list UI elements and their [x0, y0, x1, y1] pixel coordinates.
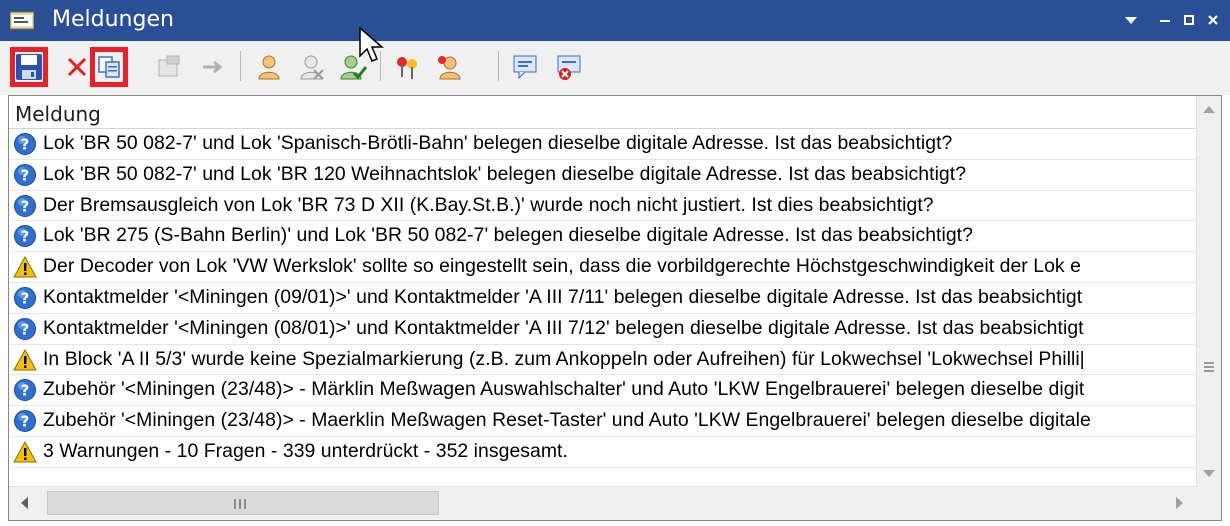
window-title: Meldungen [52, 7, 174, 32]
list-item[interactable]: Der Decoder von Lok 'VW Werkslok' sollte… [9, 252, 1197, 283]
scroll-right-icon[interactable] [1176, 497, 1183, 509]
toolbar [0, 41, 1230, 95]
toolbar-separator [498, 51, 499, 81]
menu-arrow-icon[interactable] [1114, 0, 1148, 41]
message-icon [513, 55, 537, 80]
message-delete-icon [557, 55, 581, 80]
list-item[interactable]: ? Lok 'BR 50 082-7' und Lok 'BR 120 Weihn… [9, 160, 1197, 191]
list-item-text: 3 Warnungen - 10 Fragen - 339 unterdrück… [43, 439, 568, 462]
column-header-label: Meldung [15, 102, 101, 126]
list-item-text: Zubehör '<Miningen (23/48)> - Maerklin M… [43, 409, 1091, 432]
list-item-text: Zubehör '<Miningen (23/48)> - Märklin Me… [43, 378, 1085, 401]
list-item[interactable]: ? Kontaktmelder '<Miningen (09/01)>' und … [9, 283, 1197, 314]
properties-button[interactable] [150, 47, 188, 87]
list-item-text: In Block 'A II 5/3' wurde keine Spezialm… [43, 347, 1085, 370]
svg-text:?: ? [21, 320, 30, 338]
user-button[interactable] [250, 47, 288, 87]
scroll-grip-icon[interactable] [1204, 362, 1214, 372]
scroll-corner [1197, 487, 1221, 520]
save-button[interactable] [10, 47, 48, 87]
title-bar: Meldungen [0, 0, 1230, 41]
warning-icon [13, 440, 37, 464]
messages-list: Meldung ? Lok 'BR 50 082-7' und Lok 'Span… [8, 95, 1222, 521]
message-delete-button[interactable] [550, 47, 588, 87]
pins-icon [397, 57, 417, 79]
copy-icon [98, 56, 120, 78]
goto-button[interactable] [194, 47, 232, 87]
question-icon: ? [13, 409, 37, 433]
svg-text:?: ? [21, 382, 30, 400]
filter-markers-button[interactable] [388, 47, 426, 87]
vertical-scrollbar[interactable] [1196, 96, 1221, 487]
user-remove-icon [300, 55, 324, 80]
list-item[interactable]: ? Der Bremsausgleich von Lok 'BR 73 D XII… [9, 191, 1197, 222]
floppy-icon [16, 54, 42, 80]
close-icon[interactable] [1196, 0, 1230, 41]
copy-button[interactable] [90, 47, 128, 87]
question-icon: ? [13, 224, 37, 248]
svg-text:?: ? [21, 228, 30, 246]
question-icon: ? [13, 132, 37, 156]
horizontal-scrollbar[interactable] [9, 486, 1197, 520]
question-icon: ? [13, 317, 37, 341]
column-header-meldung[interactable]: Meldung [9, 98, 1197, 129]
toolbar-separator [240, 51, 241, 81]
warning-icon [13, 348, 37, 372]
question-icon: ? [13, 194, 37, 218]
list-item[interactable]: ? Kontaktmelder '<Miningen (08/01)>' und … [9, 314, 1197, 345]
arrow-right-icon [203, 60, 223, 74]
scroll-down-icon[interactable] [1203, 470, 1215, 477]
list-item-text: Kontaktmelder '<Miningen (08/01)>' und K… [43, 316, 1084, 339]
list-item-text: Lok 'BR 50 082-7' und Lok 'BR 120 Weihna… [43, 162, 967, 185]
svg-text:?: ? [21, 289, 30, 307]
list-item[interactable]: ? Lok 'BR 275 (S-Bahn Berlin)' und Lok 'B… [9, 221, 1197, 253]
filter-user-button[interactable] [430, 47, 468, 87]
question-icon: ? [13, 163, 37, 187]
message-button[interactable] [506, 47, 544, 87]
scroll-left-icon[interactable] [21, 497, 28, 509]
list-item[interactable]: 3 Warnungen - 10 Fragen - 339 unterdrück… [9, 437, 1197, 468]
list-item-text: Der Decoder von Lok 'VW Werkslok' sollte… [43, 255, 1081, 278]
list-item-text: Lok 'BR 50 082-7' und Lok 'Spanisch-Bröt… [43, 132, 953, 154]
list-item[interactable]: In Block 'A II 5/3' wurde keine Spezialm… [9, 345, 1197, 376]
list-item[interactable]: ? Zubehör '<Miningen (23/48)> - Märklin M… [9, 375, 1197, 407]
horizontal-scroll-thumb[interactable] [47, 491, 439, 515]
svg-text:?: ? [21, 197, 30, 215]
red-x-icon [67, 57, 87, 77]
mouse-cursor-icon [359, 26, 384, 62]
svg-text:?: ? [21, 413, 30, 431]
user-pin-icon [438, 56, 461, 80]
list-item-text: Kontaktmelder '<Miningen (09/01)>' und K… [43, 285, 1083, 308]
svg-text:?: ? [21, 136, 30, 154]
scroll-up-icon[interactable] [1203, 106, 1215, 113]
user-remove-button[interactable] [292, 47, 330, 87]
list-item[interactable]: ? Zubehör '<Miningen (23/48)> - Maerklin … [9, 406, 1197, 437]
svg-text:?: ? [21, 166, 30, 184]
app-window-icon [10, 11, 34, 30]
question-icon: ? [13, 378, 37, 402]
list-item-text: Lok 'BR 275 (S-Bahn Berlin)' und Lok 'BR… [43, 224, 973, 247]
warning-icon [13, 255, 37, 279]
properties-icon [158, 55, 180, 77]
list-item-text: Der Bremsausgleich von Lok 'BR 73 D XII … [43, 193, 934, 216]
question-icon: ? [13, 286, 37, 310]
user-icon [258, 55, 280, 80]
list-item[interactable]: ? Lok 'BR 50 082-7' und Lok 'Spanisch-Brö… [9, 129, 1197, 160]
rows-container: ? Lok 'BR 50 082-7' und Lok 'Spanisch-Brö… [9, 129, 1197, 487]
